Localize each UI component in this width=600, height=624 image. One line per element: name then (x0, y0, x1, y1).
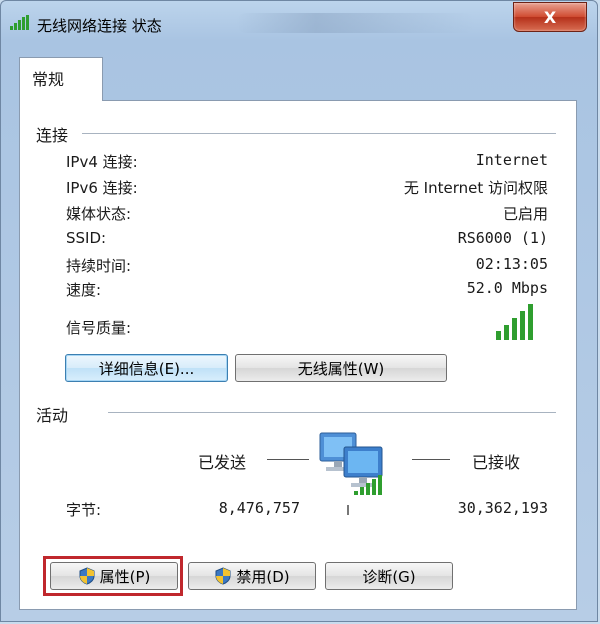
duration-label: 持续时间: (66, 257, 132, 275)
title-bar[interactable]: 无线网络连接 状态 X (1, 1, 597, 43)
properties-button-label: 属性(P) (99, 567, 151, 586)
status-dialog: 无线网络连接 状态 X 常规 连接 IPv4 连接: Internet IPv6… (0, 0, 598, 622)
window-title: 无线网络连接 状态 (37, 17, 162, 35)
ipv6-label: IPv6 连接: (66, 179, 138, 197)
activity-group-label: 活动 (36, 406, 69, 425)
duration-value: 02:13:05 (475, 255, 548, 273)
signal-quality-label: 信号质量: (66, 319, 132, 337)
ipv4-value: Internet (475, 151, 548, 169)
blurred-area (236, 13, 476, 33)
network-computers-icon (319, 432, 383, 515)
details-button-label: 详细信息(E)... (98, 359, 195, 378)
tab-general-label: 常规 (32, 70, 65, 89)
connection-group-label: 连接 (36, 126, 69, 145)
close-button[interactable]: X (513, 2, 587, 32)
general-panel: 连接 IPv4 连接: Internet IPv6 连接: 无 Internet… (19, 100, 577, 610)
sent-label: 已发送 (198, 453, 247, 472)
disable-button-label: 禁用(D) (236, 567, 290, 586)
shield-icon (79, 567, 95, 585)
diagnose-button-label: 诊断(G) (362, 567, 416, 586)
bytes-label: 字节: (66, 501, 102, 519)
sent-line (267, 459, 309, 460)
activity-divider (108, 412, 556, 413)
wireless-signal-icon (10, 15, 29, 30)
wireless-properties-button[interactable]: 无线属性(W) (235, 354, 447, 382)
properties-button[interactable]: 属性(P) (50, 562, 178, 590)
speed-value: 52.0 Mbps (466, 279, 548, 297)
media-state-label: 媒体状态: (66, 205, 132, 223)
wireless-properties-button-label: 无线属性(W) (297, 359, 385, 378)
tab-general[interactable]: 常规 (19, 57, 103, 101)
disable-button[interactable]: 禁用(D) (188, 562, 316, 590)
ipv4-label: IPv4 连接: (66, 153, 138, 171)
ipv6-value: 无 Internet 访问权限 (403, 179, 548, 197)
received-label: 已接收 (472, 453, 521, 472)
shield-icon (215, 567, 231, 585)
received-line (412, 459, 450, 460)
signal-strength-icon (496, 304, 533, 340)
diagnose-button[interactable]: 诊断(G) (325, 562, 453, 590)
speed-label: 速度: (66, 281, 102, 299)
details-button[interactable]: 详细信息(E)... (65, 354, 228, 382)
connection-divider (82, 133, 556, 134)
ssid-value: RS6000 (1) (457, 229, 548, 247)
bytes-received-value: 30,362,193 (457, 499, 548, 517)
ssid-label: SSID: (66, 229, 107, 247)
bytes-sent-value: 8,476,757 (218, 499, 300, 517)
media-state-value: 已启用 (502, 205, 548, 223)
